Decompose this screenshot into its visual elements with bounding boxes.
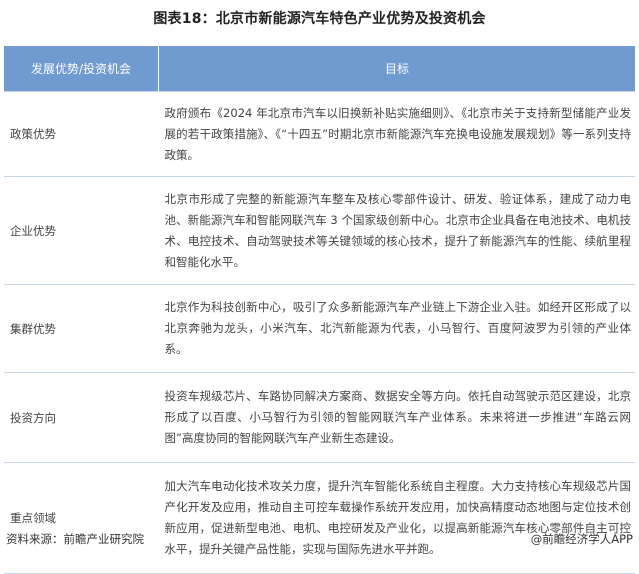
row-label: 企业优势 [4,176,159,285]
table-row: 投资方向 投资车规级芯片、车路协同解决方案商、数据安全等方向。依托自动驾驶示范区… [4,372,635,463]
table-row: 政策优势 政府颁布《2024 年北京市汽车以旧换新补贴实施细则》、《北京市关于支… [4,91,635,177]
page-title: 图表18：北京市新能源汽车特色产业优势及投资机会 [153,11,486,27]
row-label: 集群优势 [4,284,159,373]
brand-credit: @前瞻经济学人APP [530,532,633,546]
column-header-advantage: 发展优势/投资机会 [4,46,159,92]
column-header-target: 目标 [158,46,635,92]
row-description: 北京作为科技创新中心，吸引了众多新能源汽车产业链上下游企业入驻。如经开区形成了以… [158,284,635,373]
row-description: 政府颁布《2024 年北京市汽车以旧换新补贴实施细则》、《北京市关于支持新型储能… [158,91,635,177]
table-row: 重点领域 加大汽车电动化技术攻关力度，提升汽车智能化系统自主程度。大力支持核心车… [4,462,635,574]
row-label: 政策优势 [4,91,159,177]
advantages-table: 发展优势/投资机会 目标 政策优势 政府颁布《2024 年北京市汽车以旧换新补贴… [4,46,635,574]
table-row: 集群优势 北京作为科技创新中心，吸引了众多新能源汽车产业链上下游企业入驻。如经开… [4,284,635,373]
row-label: 重点领域 [4,462,159,574]
row-description: 加大汽车电动化技术攻关力度，提升汽车智能化系统自主程度。大力支持核心车规级芯片国… [158,462,635,574]
table-row: 企业优势 北京市形成了完整的新能源汽车整车及核心零部件设计、研发、验证体系，建成… [4,176,635,285]
source-note: 资料来源：前瞻产业研究院 [6,532,144,546]
row-description: 北京市形成了完整的新能源汽车整车及核心零部件设计、研发、验证体系，建成了动力电池… [158,176,635,285]
row-description: 投资车规级芯片、车路协同解决方案商、数据安全等方向。依托自动驾驶示范区建设，北京… [158,372,635,463]
row-label: 投资方向 [4,372,159,463]
table-header-row: 发展优势/投资机会 目标 [4,46,635,92]
